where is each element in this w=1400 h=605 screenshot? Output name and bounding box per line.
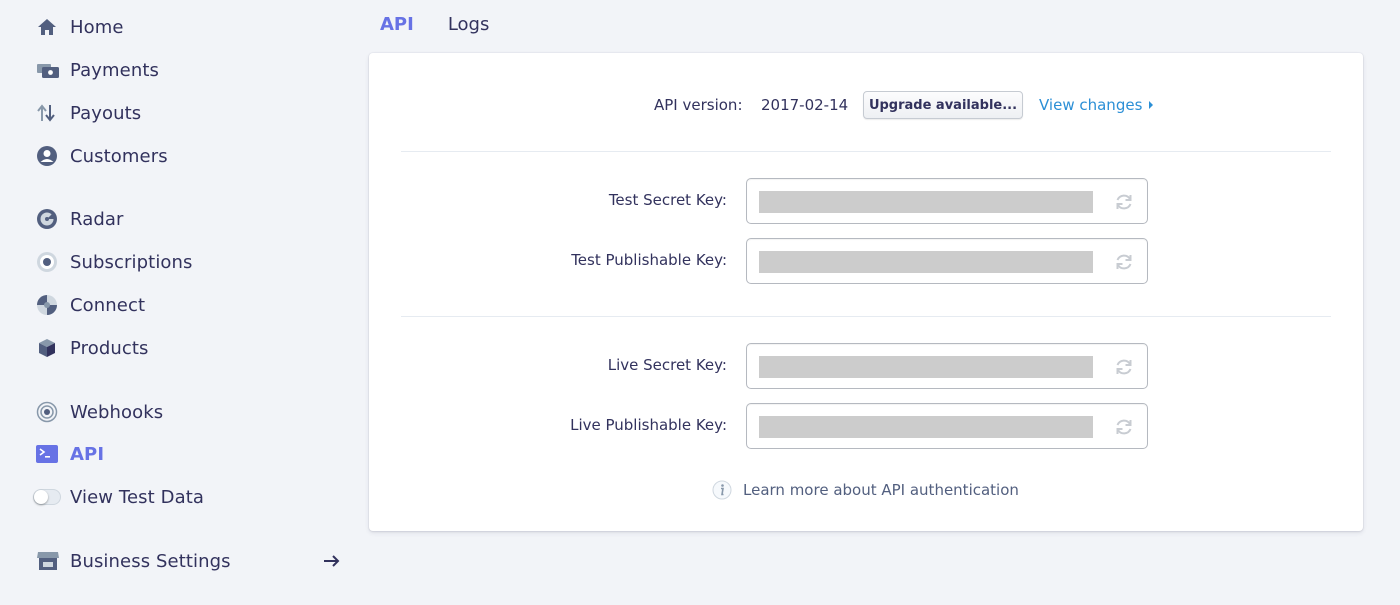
- refresh-icon[interactable]: [1113, 356, 1135, 378]
- key-label: Live Secret Key:: [607, 356, 727, 374]
- business-settings-icon: [36, 550, 62, 572]
- payouts-icon: [36, 102, 62, 124]
- tab-bar: API Logs: [380, 14, 523, 35]
- upgrade-button[interactable]: Upgrade available...: [863, 91, 1023, 119]
- sidebar-item-label: Webhooks: [70, 401, 164, 423]
- subscriptions-icon: [36, 251, 62, 273]
- sidebar-item-label: Business Settings: [70, 550, 231, 572]
- live-secret-key-field[interactable]: [746, 343, 1148, 389]
- api-keys-card: API version: 2017-02-14 Upgrade availabl…: [369, 53, 1363, 531]
- sidebar-item-label: API: [70, 443, 105, 465]
- webhooks-icon: [36, 401, 62, 423]
- sidebar-item-label: Home: [70, 16, 124, 38]
- sidebar-item-label: Products: [70, 337, 149, 359]
- sidebar-item-payouts[interactable]: Payouts: [36, 98, 141, 128]
- sidebar-item-label: View Test Data: [70, 486, 204, 508]
- key-row-test-secret: Test Secret Key:: [369, 178, 1363, 224]
- key-value-redacted: [759, 356, 1093, 378]
- sidebar-item-subscriptions[interactable]: Subscriptions: [36, 247, 193, 277]
- key-value-redacted: [759, 416, 1093, 438]
- refresh-icon[interactable]: [1113, 191, 1135, 213]
- sidebar-item-payments[interactable]: Payments: [36, 55, 159, 85]
- sidebar-item-webhooks[interactable]: Webhooks: [36, 397, 163, 427]
- view-changes-label: View changes: [1039, 96, 1143, 114]
- api-version-label: API version:: [654, 96, 743, 114]
- sidebar: Home Payments Payouts Customers Radar Su…: [0, 0, 360, 605]
- tab-logs[interactable]: Logs: [448, 14, 490, 35]
- sidebar-item-label: Customers: [70, 145, 168, 167]
- test-secret-key-field[interactable]: [746, 178, 1148, 224]
- view-changes-link[interactable]: View changes: [1039, 96, 1154, 114]
- home-icon: [36, 16, 62, 38]
- info-icon: [712, 480, 732, 500]
- sidebar-item-products[interactable]: Products: [36, 333, 149, 363]
- live-publishable-key-field[interactable]: [746, 403, 1148, 449]
- sidebar-item-label: Connect: [70, 294, 146, 316]
- payments-icon: [36, 59, 62, 81]
- radar-icon: [36, 208, 62, 230]
- arrow-right-icon[interactable]: [320, 549, 344, 573]
- api-icon: [36, 443, 62, 465]
- key-row-live-secret: Live Secret Key:: [369, 343, 1363, 389]
- key-row-test-publishable: Test Publishable Key:: [369, 238, 1363, 284]
- divider: [401, 151, 1331, 152]
- learn-more-link[interactable]: Learn more about API authentication: [743, 481, 1019, 499]
- connect-icon: [36, 294, 62, 316]
- products-icon: [36, 337, 62, 359]
- test-publishable-key-field[interactable]: [746, 238, 1148, 284]
- sidebar-item-api[interactable]: API: [36, 439, 104, 469]
- sidebar-item-label: Payouts: [70, 102, 142, 124]
- sidebar-item-home[interactable]: Home: [36, 12, 124, 42]
- sidebar-item-customers[interactable]: Customers: [36, 141, 168, 171]
- sidebar-item-connect[interactable]: Connect: [36, 290, 145, 320]
- sidebar-item-label: Subscriptions: [70, 251, 193, 273]
- key-label: Test Publishable Key:: [571, 251, 727, 269]
- view-test-data-toggle[interactable]: View Test Data: [33, 482, 204, 512]
- toggle-switch[interactable]: [33, 486, 63, 508]
- key-label: Live Publishable Key:: [570, 416, 727, 434]
- customers-icon: [36, 145, 62, 167]
- sidebar-item-label: Radar: [70, 208, 124, 230]
- refresh-icon[interactable]: [1113, 416, 1135, 438]
- key-label: Test Secret Key:: [608, 191, 727, 209]
- sidebar-item-label: Payments: [70, 59, 159, 81]
- divider: [401, 316, 1331, 317]
- tab-api[interactable]: API: [380, 14, 414, 35]
- sidebar-item-business-settings[interactable]: Business Settings: [36, 546, 231, 576]
- key-row-live-publishable: Live Publishable Key:: [369, 403, 1363, 449]
- sidebar-item-radar[interactable]: Radar: [36, 204, 124, 234]
- api-version-row: API version: 2017-02-14 Upgrade availabl…: [369, 91, 1363, 123]
- key-value-redacted: [759, 251, 1093, 273]
- refresh-icon[interactable]: [1113, 251, 1135, 273]
- api-version-value: 2017-02-14: [761, 96, 849, 114]
- learn-more-row: Learn more about API authentication: [369, 480, 1363, 502]
- caret-right-icon: [1149, 101, 1154, 109]
- key-value-redacted: [759, 191, 1093, 213]
